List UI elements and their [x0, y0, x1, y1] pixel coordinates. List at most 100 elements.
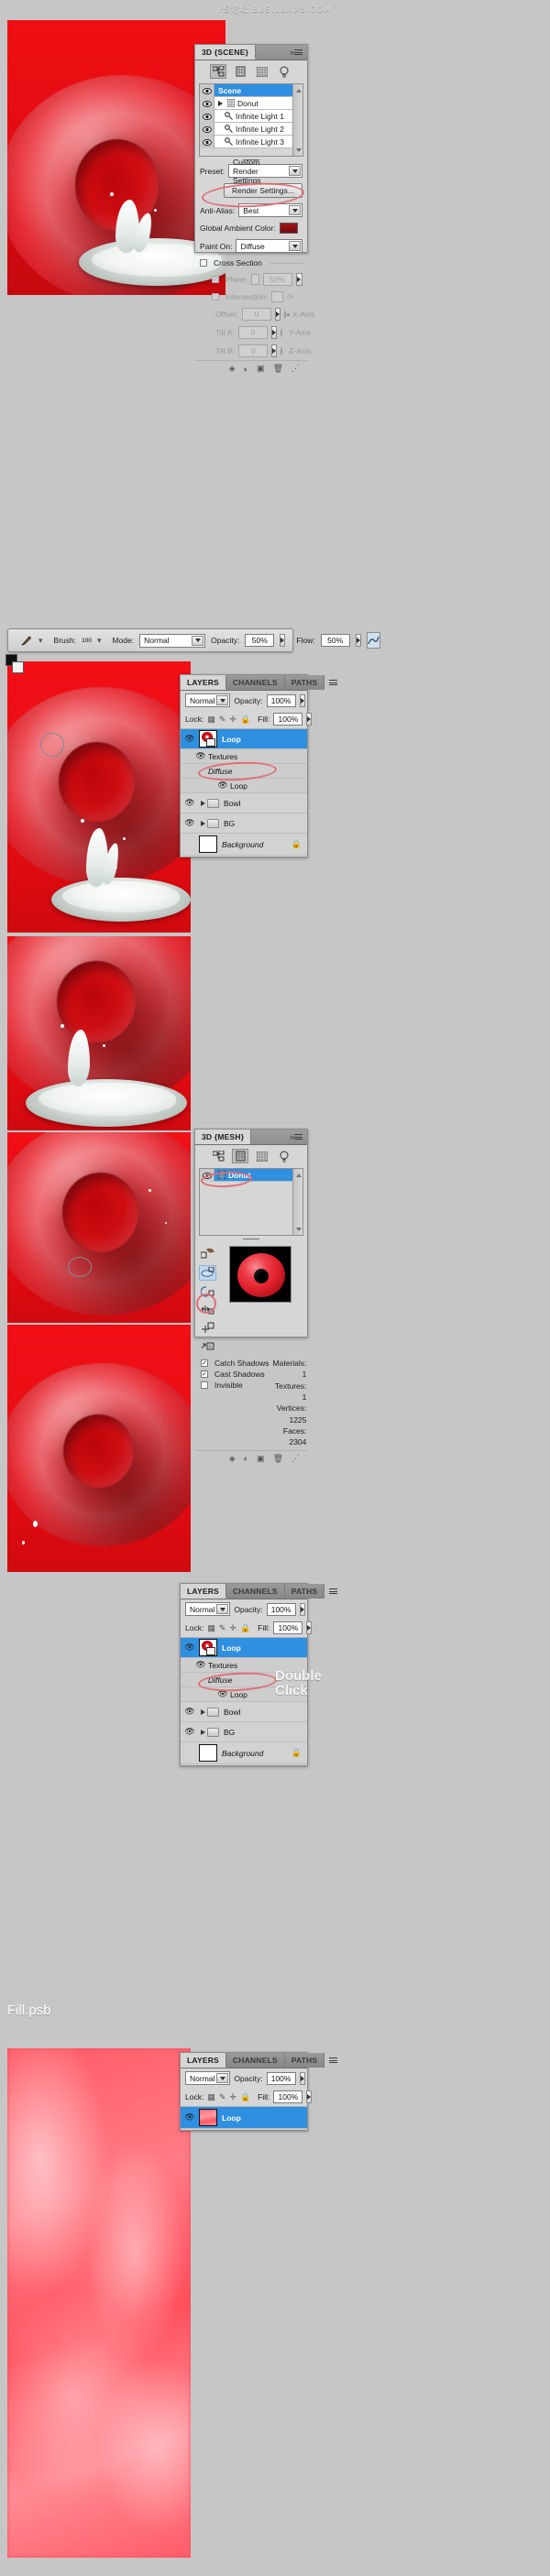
collapse-chevrons-icon[interactable]: »: [290, 1132, 294, 1141]
tab-paths[interactable]: PATHS: [284, 2053, 325, 2068]
scene-tree-row-light-3-name[interactable]: Infinite Light 3: [214, 136, 292, 148]
chevron-down-icon[interactable]: [289, 241, 301, 251]
preset-select[interactable]: Custom Render Settings: [227, 158, 302, 185]
brush-preset-chevron-icon[interactable]: ▾: [38, 636, 43, 646]
blend-opacity-row[interactable]: Normal Opacity: 100%: [181, 1599, 307, 1619]
panel-3d-scene-tabbar[interactable]: 3D {SCENE} »: [195, 45, 307, 60]
tab-channels[interactable]: CHANNELS: [226, 1584, 285, 1599]
toggle-ground-plane-icon[interactable]: ◈: [229, 1454, 236, 1464]
layers-panel-a[interactable]: LAYERS CHANNELS PATHS Normal Opacity: 10…: [180, 674, 338, 857]
invisible-checkbox[interactable]: [201, 1381, 208, 1389]
tab-channels[interactable]: CHANNELS: [226, 2053, 285, 2068]
visibility-eye-icon[interactable]: 👁: [181, 734, 199, 744]
fill-value[interactable]: 100%: [273, 713, 303, 726]
layer-row-background[interactable]: Background 🔒: [181, 834, 307, 856]
opacity-value[interactable]: 100%: [266, 2071, 296, 2085]
scroll-down-arrow-icon[interactable]: [294, 146, 302, 154]
lock-position-icon[interactable]: ✛: [229, 715, 236, 725]
tab-paths[interactable]: PATHS: [284, 1584, 325, 1599]
lock-all-icon[interactable]: 🔒: [240, 1623, 250, 1633]
blend-mode-select[interactable]: Normal: [185, 2071, 231, 2085]
panel-resize-grabber[interactable]: [195, 1236, 307, 1242]
visibility-eye-icon[interactable]: 👁: [215, 780, 230, 791]
visibility-eye-icon[interactable]: 👁: [215, 1689, 230, 1699]
layers-panel-c-tabbar[interactable]: LAYERS CHANNELS PATHS: [181, 2053, 338, 2068]
opacity-stepper[interactable]: [299, 1602, 305, 1616]
opacity-stepper[interactable]: [299, 2071, 305, 2085]
color-swatches-widget[interactable]: [6, 654, 26, 676]
panel-3d-mesh[interactable]: 3D {MESH} » Donut ✓ Catch Shadows ✓ Cast…: [194, 1129, 308, 1463]
lock-all-icon[interactable]: 🔒: [240, 2092, 250, 2102]
panel-menu-group[interactable]: [324, 675, 342, 690]
panel-menu-group[interactable]: [324, 2053, 342, 2068]
new-light-icon[interactable]: ▣: [257, 364, 265, 374]
lock-transparency-icon[interactable]: ▦: [207, 1623, 215, 1633]
panel-menu-group[interactable]: [324, 1584, 342, 1599]
fill-value[interactable]: 100%: [273, 2090, 303, 2103]
layers-panel-c[interactable]: LAYERS CHANNELS PATHS Normal Opacity: 10…: [180, 2052, 338, 2131]
preset-row[interactable]: Preset: Custom Render Settings: [195, 158, 307, 185]
blend-mode-select[interactable]: Normal: [185, 693, 231, 707]
new-light-icon[interactable]: ▣: [257, 1454, 265, 1464]
mesh-tree-scrollbar[interactable]: [292, 1169, 302, 1235]
delete-icon[interactable]: 🗑: [273, 1454, 283, 1464]
tab-layers[interactable]: LAYERS: [181, 1584, 226, 1599]
brush-size-preview[interactable]: 100: [82, 636, 92, 645]
visibility-eye-icon[interactable]: 👁: [181, 1707, 199, 1717]
mesh-tree-row-donut-name[interactable]: Donut: [214, 1169, 292, 1182]
materials-icon[interactable]: [254, 64, 270, 79]
mesh-tool-strip[interactable]: [199, 1244, 216, 1354]
donut-3d-object[interactable]: [7, 1132, 191, 1315]
materials-icon[interactable]: [254, 1149, 270, 1163]
visibility-eye-icon[interactable]: [200, 97, 214, 110]
layers-list-b[interactable]: 👁 Loop 👁 Textures Diffuse 👁 Loop 👁 Bowl …: [181, 1637, 307, 1764]
blend-opacity-row[interactable]: Normal Opacity: 100%: [181, 2068, 307, 2088]
lock-transparency-icon[interactable]: ▦: [207, 715, 215, 725]
donut-3d-object[interactable]: [7, 1363, 191, 1546]
opacity-value[interactable]: 100%: [266, 693, 296, 707]
slide-mesh-icon[interactable]: [199, 1302, 216, 1317]
tab-3d-mesh[interactable]: 3D {MESH}: [195, 1130, 252, 1144]
disclosure-triangle-icon[interactable]: [199, 821, 207, 826]
canvas-artwork-fill-psb[interactable]: [7, 2048, 191, 2558]
lock-image-icon[interactable]: ✎: [219, 1623, 226, 1633]
scale-mesh-icon[interactable]: [199, 1320, 216, 1336]
layer-row-loop-texture[interactable]: 👁 Loop: [181, 779, 307, 793]
rotate-mesh-icon[interactable]: [199, 1247, 216, 1262]
disclosure-triangle-icon[interactable]: [199, 1730, 207, 1735]
layer-row-loop-3d[interactable]: 👁 Loop: [181, 1638, 307, 1658]
resize-grip-icon[interactable]: ⋰: [292, 1454, 300, 1464]
visibility-eye-icon[interactable]: 👁: [181, 1643, 199, 1653]
lights-icon[interactable]: [276, 64, 292, 79]
scene-tree-row-light-3[interactable]: Infinite Light 3: [200, 136, 292, 148]
tab-paths[interactable]: PATHS: [284, 675, 325, 690]
lock-position-icon[interactable]: ✛: [229, 1623, 236, 1633]
mesh-filter-icon-row[interactable]: [195, 1145, 307, 1168]
scroll-down-arrow-icon[interactable]: [294, 1225, 302, 1233]
chevron-down-icon[interactable]: [289, 166, 301, 176]
mode-select[interactable]: Normal: [139, 633, 206, 648]
mesh-icon[interactable]: [232, 1149, 248, 1163]
visibility-eye-icon[interactable]: 👁: [181, 798, 199, 808]
scale-up-mesh-icon[interactable]: [199, 1338, 216, 1354]
flow-value[interactable]: 50%: [320, 634, 350, 647]
chevron-down-icon[interactable]: [216, 695, 229, 705]
panel-3d-scene[interactable]: 3D {SCENE} » Scene Donut Infinite Light …: [194, 44, 314, 374]
scene-filter-icon-row[interactable]: [195, 60, 307, 83]
lock-fill-row[interactable]: Lock: ▦ ✎ ✛ 🔒 Fill: 100%: [181, 710, 313, 728]
layer-row-bowl[interactable]: 👁 Bowl: [181, 1702, 307, 1722]
cross-section-checkbox[interactable]: [200, 259, 207, 267]
chevron-down-icon[interactable]: [216, 2073, 229, 2083]
resize-grip-icon[interactable]: ⋰: [292, 364, 300, 374]
scene-tree-label[interactable]: Scene: [214, 84, 292, 97]
scene-icon[interactable]: [210, 1149, 226, 1163]
panel-3d-mesh-footer[interactable]: ◈ ◐ ▣ 🗑 ⋰: [195, 1449, 307, 1467]
mesh-shadow-options[interactable]: ✓ Catch Shadows ✓ Cast Shadows Invisible: [201, 1358, 270, 1448]
scene-tree-row-donut[interactable]: Donut: [200, 97, 292, 110]
roll-mesh-icon[interactable]: [199, 1265, 216, 1281]
panel-3d-mesh-tabbar[interactable]: 3D {MESH} »: [195, 1130, 307, 1145]
paint-on-select[interactable]: Diffuse: [236, 239, 302, 253]
tab-channels[interactable]: CHANNELS: [226, 675, 285, 690]
canvas-artwork-2[interactable]: [7, 661, 191, 933]
visibility-eye-icon[interactable]: [200, 110, 214, 123]
